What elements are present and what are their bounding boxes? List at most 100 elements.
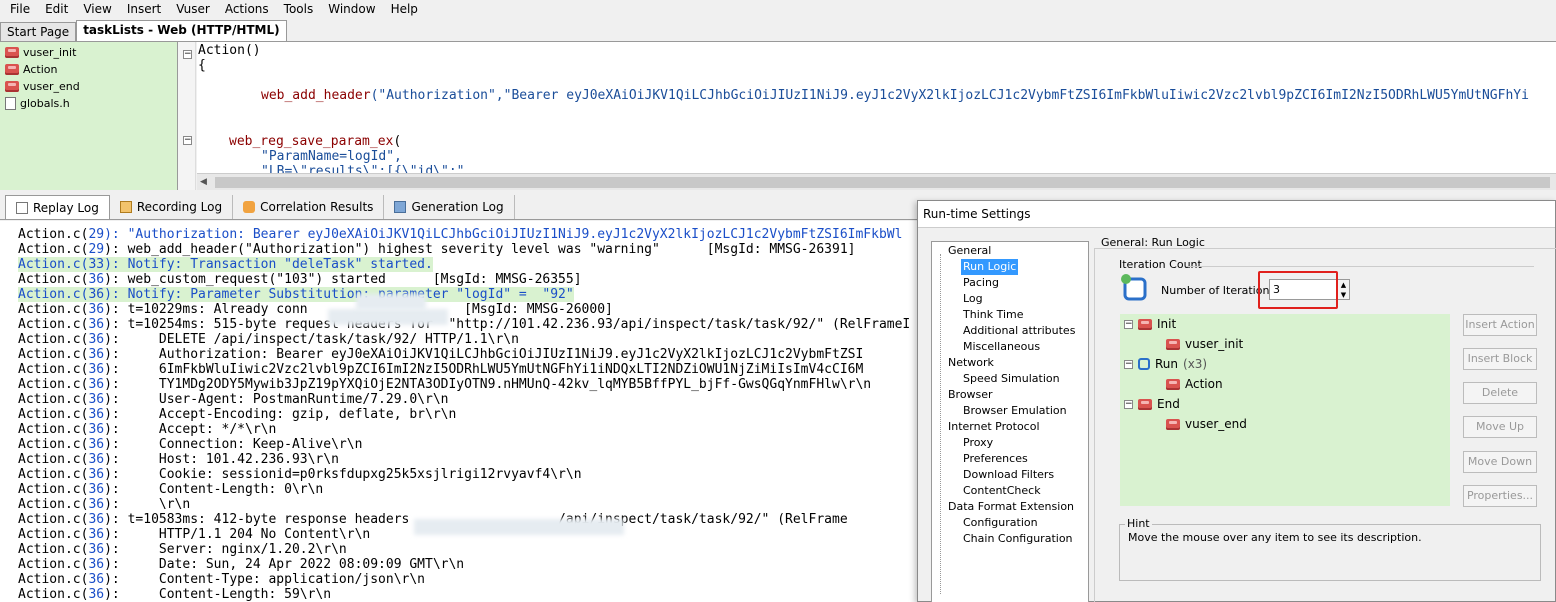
collapse-icon[interactable]: − (183, 136, 192, 145)
nav-content-check[interactable]: ContentCheck (963, 483, 1041, 499)
logic-node-run[interactable]: − Run (x3) (1124, 355, 1207, 373)
collapse-icon[interactable]: − (1124, 319, 1133, 329)
tab-label: Correlation Results (260, 200, 374, 214)
nav-data-format-extension[interactable]: Data Format Extension (948, 499, 1074, 515)
script-item-label: vuser_init (23, 46, 77, 59)
logic-node-vuser-end[interactable]: vuser_end (1166, 415, 1247, 433)
log-prefix: Action.c( (18, 482, 89, 497)
log-text: ): Date: Sun, 24 Apr 2022 08:09:09 GMT\r… (104, 557, 465, 572)
menu-tools[interactable]: Tools (284, 2, 314, 16)
script-item-vuser-end[interactable]: vuser_end (0, 78, 177, 95)
recording-log-icon (119, 201, 132, 213)
header-file-icon (5, 97, 16, 110)
log-line-number: 36 (88, 332, 105, 347)
menu-help[interactable]: Help (391, 2, 418, 16)
nav-speed-simulation[interactable]: Speed Simulation (963, 371, 1060, 387)
code-line: web_reg_save_param_ex( (229, 134, 401, 150)
script-item-vuser-init[interactable]: vuser_init (0, 44, 177, 61)
highlight-box (1258, 271, 1338, 309)
nav-preferences[interactable]: Preferences (963, 451, 1028, 467)
insert-action-button[interactable]: Insert Action (1463, 314, 1537, 336)
menu-view[interactable]: View (83, 2, 111, 16)
log-text: ): Notify: Transaction "deleTask" starte… (104, 257, 433, 272)
properties-button[interactable]: Properties... (1463, 485, 1537, 507)
log-prefix: Action.c( (18, 317, 89, 332)
collapse-icon[interactable]: − (1124, 359, 1133, 369)
nav-general[interactable]: General (948, 243, 991, 259)
move-up-button[interactable]: Move Up (1463, 416, 1537, 438)
log-line: Action.c(29): web_add_header("Authorizat… (18, 242, 855, 257)
log-line-number: 36 (88, 362, 105, 377)
code-function: web_add_header (261, 88, 371, 103)
nav-browser-emulation[interactable]: Browser Emulation (963, 403, 1067, 419)
logic-node-end[interactable]: − End (1124, 395, 1180, 413)
tab-tasklists-script[interactable]: taskLists - Web (HTTP/HTML) (76, 20, 287, 42)
delete-button[interactable]: Delete (1463, 382, 1537, 404)
action-icon (1166, 338, 1180, 350)
node-label: Init (1157, 317, 1177, 331)
logic-node-vuser-init[interactable]: vuser_init (1166, 335, 1243, 353)
log-line: Action.c(33): Notify: Transaction "deleT… (18, 257, 433, 272)
nav-miscellaneous[interactable]: Miscellaneous (963, 339, 1040, 355)
nav-log[interactable]: Log (963, 291, 983, 307)
iterations-spinner[interactable]: ▲ ▼ (1337, 279, 1350, 300)
tab-generation-log[interactable]: Generation Log (384, 195, 515, 219)
log-text: ): web_add_header("Authorization") highe… (104, 242, 856, 257)
tab-correlation-results[interactable]: Correlation Results (233, 195, 385, 219)
nav-think-time[interactable]: Think Time (963, 307, 1024, 323)
log-prefix: Action.c( (18, 497, 89, 512)
log-text: ): Connection: Keep-Alive\r\n (104, 437, 363, 452)
logic-node-action[interactable]: Action (1166, 375, 1223, 393)
log-text: ): Cookie: sessionid=p0rksfdupxg25k5xsjl… (104, 467, 582, 482)
nav-proxy[interactable]: Proxy (963, 435, 993, 451)
move-down-button[interactable]: Move Down (1463, 451, 1537, 473)
editor-gutter (178, 42, 196, 190)
menu-file[interactable]: File (10, 2, 30, 16)
tab-start-page[interactable]: Start Page (0, 22, 77, 42)
logic-node-init[interactable]: − Init (1124, 315, 1176, 333)
script-item-action[interactable]: Action (0, 61, 177, 78)
tab-recording-log[interactable]: Recording Log (110, 195, 234, 219)
insert-block-button[interactable]: Insert Block (1463, 348, 1537, 370)
log-prefix: Action.c( (18, 242, 89, 257)
log-line: Action.c(36): Accept-Encoding: gzip, def… (18, 407, 456, 422)
menu-edit[interactable]: Edit (45, 2, 68, 16)
code-editor[interactable]: Action() { web_add_header("Authorization… (197, 42, 1556, 173)
collapse-icon[interactable]: − (183, 50, 192, 59)
collapse-icon[interactable]: − (1124, 399, 1133, 409)
menu-vuser[interactable]: Vuser (176, 2, 210, 16)
log-text: ): TY1MDg2ODY5Mywib3JpZ19pYXQiOjE2NTA3OD… (104, 377, 872, 392)
menu-window[interactable]: Window (328, 2, 375, 16)
run-count: (x3) (1183, 357, 1208, 371)
scroll-left-icon[interactable]: ◀ (200, 177, 207, 187)
nav-network[interactable]: Network (948, 355, 994, 371)
log-line: Action.c(36): Authorization: Bearer eyJ0… (18, 347, 863, 362)
nav-internet-protocol[interactable]: Internet Protocol (948, 419, 1040, 435)
log-prefix: Action.c( (18, 467, 89, 482)
nav-chain-configuration[interactable]: Chain Configuration (963, 531, 1073, 547)
action-icon (5, 81, 19, 92)
log-line-number: 36 (88, 317, 105, 332)
script-item-globals[interactable]: globals.h (0, 95, 177, 112)
log-text: ): 6ImFkbWluIiwic2Vzc2lvbl9pZCI6ImI2NzI5… (104, 362, 864, 377)
code-args: ("Authorization","Bearer eyJ0eXAiOiJKV1Q… (370, 88, 1529, 103)
nav-download-filters[interactable]: Download Filters (963, 467, 1054, 483)
action-icon (5, 47, 19, 58)
nav-run-logic[interactable]: Run Logic (961, 259, 1019, 275)
scrollbar-thumb[interactable] (215, 177, 1550, 188)
nav-pacing[interactable]: Pacing (963, 275, 999, 291)
run-logic-tree: − Init vuser_init − Run (x3) Action − En… (1120, 314, 1450, 506)
tab-replay-log[interactable]: Replay Log (5, 195, 110, 219)
log-line-number: 36 (88, 407, 105, 422)
menu-insert[interactable]: Insert (127, 2, 161, 16)
tab-label: Recording Log (136, 200, 223, 214)
nav-browser[interactable]: Browser (948, 387, 993, 403)
nav-configuration[interactable]: Configuration (963, 515, 1038, 531)
redaction-blur (356, 294, 426, 310)
nav-additional-attributes[interactable]: Additional attributes (963, 323, 1075, 339)
menu-actions[interactable]: Actions (225, 2, 269, 16)
log-line: Action.c(36): 6ImFkbWluIiwic2Vzc2lvbl9pZ… (18, 362, 863, 377)
log-text: ): "Authorization: Bearer eyJ0eXAiOiJKV1… (104, 227, 903, 242)
editor-horizontal-scrollbar[interactable]: ◀ (197, 173, 1556, 190)
log-prefix: Action.c( (18, 587, 89, 602)
